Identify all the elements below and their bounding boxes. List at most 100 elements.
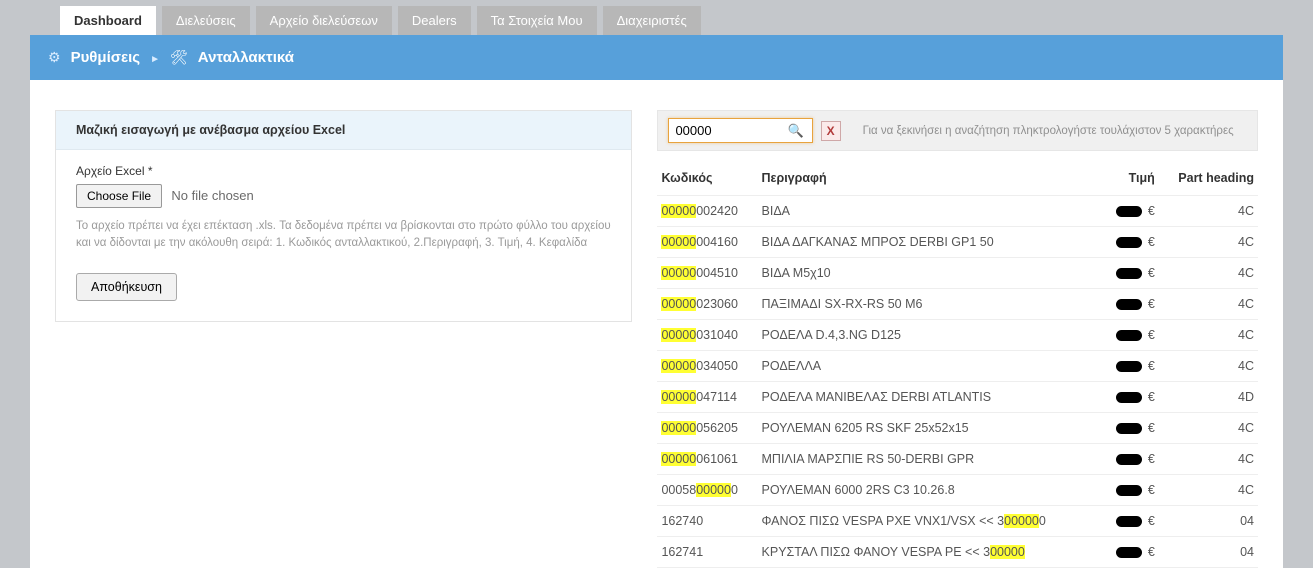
- cell-heading: 4D: [1159, 382, 1258, 413]
- cell-desc: ΡΟΥΛΕΜΑΝ 6000 2RS C3 10.26.8: [758, 475, 1104, 506]
- search-bar: 🔍 X Για να ξεκινήσει η αναζήτηση πληκτρο…: [657, 110, 1258, 151]
- col-desc[interactable]: Περιγραφή: [758, 165, 1104, 196]
- cell-price: €: [1104, 382, 1159, 413]
- cell-code: 162740: [657, 506, 757, 537]
- search-hint: Για να ξεκινήσει η αναζήτηση πληκτρολογή…: [863, 125, 1234, 137]
- redacted-price: [1116, 485, 1142, 496]
- table-row[interactable]: 00000034050ΡΟΔΕΛΛΑ €4C: [657, 351, 1258, 382]
- cell-heading: 4C: [1159, 196, 1258, 227]
- main-tabs: DashboardΔιελεύσειςΑρχείο διελεύσεωνDeal…: [30, 0, 1283, 35]
- table-row[interactable]: 00058000000ΡΟΥΛΕΜΑΝ 6000 2RS C3 10.26.8 …: [657, 475, 1258, 506]
- table-row[interactable]: 00000004160ΒΙΔΑ ΔΑΓΚΑΝΑΣ ΜΠΡΟΣ DERBI GP1…: [657, 227, 1258, 258]
- file-status: No file chosen: [171, 188, 253, 203]
- redacted-price: [1116, 361, 1142, 372]
- cell-desc: ΡΟΔΕΛΑ ΜΑΝΙΒΕΛΑΣ DERBI ATLANTIS: [758, 382, 1104, 413]
- redacted-price: [1116, 299, 1142, 310]
- gear-icon: [48, 49, 61, 66]
- tab-dealers[interactable]: Dealers: [398, 6, 471, 35]
- cell-code: 00000031040: [657, 320, 757, 351]
- table-row[interactable]: 162740ΦΑΝΟΣ ΠΙΣΩ VESPA PXE VNX1/VSX << 3…: [657, 506, 1258, 537]
- cell-desc: ΜΠΙΛΙΑ ΜΑΡΣΠΙΕ RS 50-DERBI GPR: [758, 444, 1104, 475]
- table-row[interactable]: 00000023060ΠΑΞΙΜΑΔΙ SX-RX-RS 50 M6 €4C: [657, 289, 1258, 320]
- redacted-price: [1116, 392, 1142, 403]
- cell-desc: ΚΡΥΣΤΑΛ ΠΙΣΩ ΦΑΝΟΥ VESPA PE << 300000: [758, 537, 1104, 568]
- cell-desc: ΡΟΔΕΛΑ D.4,3.NG D125: [758, 320, 1104, 351]
- cell-heading: 04: [1159, 537, 1258, 568]
- cell-price: €: [1104, 444, 1159, 475]
- cell-desc: ΦΑΝΟΣ ΠΙΣΩ VESPA PXE VNX1/VSX << 3000000: [758, 506, 1104, 537]
- table-row[interactable]: 162741ΚΡΥΣΤΑΛ ΠΙΣΩ ΦΑΝΟΥ VESPA PE << 300…: [657, 537, 1258, 568]
- search-input[interactable]: [673, 121, 783, 140]
- cell-code: 00000004510: [657, 258, 757, 289]
- col-price[interactable]: Τιμή: [1104, 165, 1159, 196]
- cell-price: €: [1104, 475, 1159, 506]
- clear-search-button[interactable]: X: [821, 121, 841, 141]
- cell-desc: ΡΟΔΕΛΛΑ: [758, 351, 1104, 382]
- cell-price: €: [1104, 506, 1159, 537]
- cell-price: €: [1104, 320, 1159, 351]
- cell-desc: ΡΟΥΛΕΜΑΝ 6205 RS SKF 25x52x15: [758, 413, 1104, 444]
- table-row[interactable]: 00000002420ΒΙΔΑ €4C: [657, 196, 1258, 227]
- cell-heading: 4C: [1159, 227, 1258, 258]
- redacted-price: [1116, 268, 1142, 279]
- tab-διαχειριστές[interactable]: Διαχειριστές: [603, 6, 701, 35]
- cell-heading: 4C: [1159, 289, 1258, 320]
- table-row[interactable]: 00000056205ΡΟΥΛΕΜΑΝ 6205 RS SKF 25x52x15…: [657, 413, 1258, 444]
- cell-code: 00058000000: [657, 475, 757, 506]
- redacted-price: [1116, 206, 1142, 217]
- cell-heading: 4C: [1159, 475, 1258, 506]
- cell-heading: 4C: [1159, 413, 1258, 444]
- table-row[interactable]: 00000061061ΜΠΙΛΙΑ ΜΑΡΣΠΙΕ RS 50-DERBI GP…: [657, 444, 1258, 475]
- choose-file-button[interactable]: Choose File: [76, 184, 162, 208]
- search-icon[interactable]: 🔍: [783, 123, 807, 139]
- redacted-price: [1116, 454, 1142, 465]
- breadcrumb-settings[interactable]: Ρυθμίσεις: [71, 49, 141, 66]
- cell-code: 00000061061: [657, 444, 757, 475]
- cell-desc: ΒΙΔΑ: [758, 196, 1104, 227]
- cell-heading: 4C: [1159, 444, 1258, 475]
- tab-dashboard[interactable]: Dashboard: [60, 6, 156, 35]
- cell-code: 162741: [657, 537, 757, 568]
- results-panel: 🔍 X Για να ξεκινήσει η αναζήτηση πληκτρο…: [657, 110, 1258, 568]
- redacted-price: [1116, 516, 1142, 527]
- cell-code: 00000056205: [657, 413, 757, 444]
- tab-τα-στοιχεία-μου[interactable]: Τα Στοιχεία Μου: [477, 6, 597, 35]
- tool-icon: [170, 49, 188, 66]
- table-row[interactable]: 00000047114ΡΟΔΕΛΑ ΜΑΝΙΒΕΛΑΣ DERBI ATLANT…: [657, 382, 1258, 413]
- cell-code: 00000023060: [657, 289, 757, 320]
- cell-price: €: [1104, 258, 1159, 289]
- cell-code: 00000004160: [657, 227, 757, 258]
- cell-code: 00000047114: [657, 382, 757, 413]
- results-table: Κωδικός Περιγραφή Τιμή Part heading 0000…: [657, 165, 1258, 568]
- col-code[interactable]: Κωδικός: [657, 165, 757, 196]
- redacted-price: [1116, 423, 1142, 434]
- cell-heading: 4C: [1159, 320, 1258, 351]
- tab-αρχείο-διελεύσεων[interactable]: Αρχείο διελεύσεων: [256, 6, 392, 35]
- cell-price: €: [1104, 227, 1159, 258]
- cell-code: 00000002420: [657, 196, 757, 227]
- cell-code: 00000034050: [657, 351, 757, 382]
- search-wrap: 🔍: [668, 118, 812, 143]
- table-row[interactable]: 00000031040ΡΟΔΕΛΑ D.4,3.NG D125 €4C: [657, 320, 1258, 351]
- cell-price: €: [1104, 351, 1159, 382]
- arrow-icon: [150, 49, 160, 66]
- redacted-price: [1116, 330, 1142, 341]
- redacted-price: [1116, 547, 1142, 558]
- upload-panel: Μαζική εισαγωγή με ανέβασμα αρχείου Exce…: [55, 110, 632, 322]
- cell-heading: 4C: [1159, 351, 1258, 382]
- tab-διελεύσεις[interactable]: Διελεύσεις: [162, 6, 250, 35]
- cell-desc: ΒΙΔΑ M5χ10: [758, 258, 1104, 289]
- cell-price: €: [1104, 196, 1159, 227]
- content: Μαζική εισαγωγή με ανέβασμα αρχείου Exce…: [30, 80, 1283, 568]
- cell-desc: ΠΑΞΙΜΑΔΙ SX-RX-RS 50 M6: [758, 289, 1104, 320]
- save-button[interactable]: Αποθήκευση: [76, 273, 177, 301]
- table-row[interactable]: 00000004510ΒΙΔΑ M5χ10 €4C: [657, 258, 1258, 289]
- file-field-label: Αρχείο Excel *: [76, 164, 611, 178]
- breadcrumb: Ρυθμίσεις Ανταλλακτικά: [30, 35, 1283, 80]
- upload-panel-title: Μαζική εισαγωγή με ανέβασμα αρχείου Exce…: [56, 111, 631, 150]
- breadcrumb-page: Ανταλλακτικά: [198, 49, 294, 66]
- cell-price: €: [1104, 413, 1159, 444]
- col-heading[interactable]: Part heading: [1159, 165, 1258, 196]
- cell-heading: 04: [1159, 506, 1258, 537]
- app-container: DashboardΔιελεύσειςΑρχείο διελεύσεωνDeal…: [30, 0, 1283, 568]
